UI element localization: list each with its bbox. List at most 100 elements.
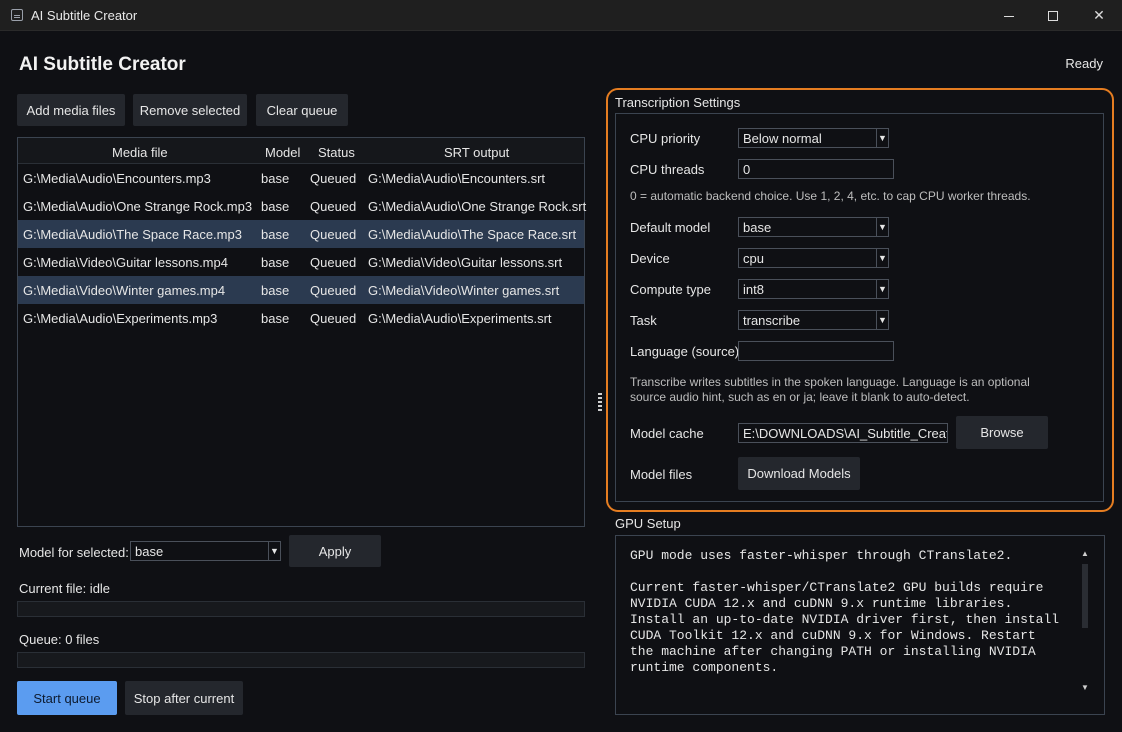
queue-label: Queue: 0 files	[19, 632, 100, 647]
page-title: AI Subtitle Creator	[19, 54, 186, 75]
model-cache-label: Model cache	[630, 426, 704, 441]
cpu-priority-select[interactable]: Below normal ▼	[738, 128, 889, 148]
cell-media-file: G:\Media\Audio\The Space Race.mp3	[23, 227, 242, 242]
chevron-down-icon: ▼	[876, 249, 888, 267]
cell-model: base	[261, 311, 290, 326]
column-srt-output[interactable]: SRT output	[444, 145, 509, 160]
table-row[interactable]: G:\Media\Audio\Experiments.mp3 base Queued…	[18, 304, 584, 332]
title-bar: AI Subtitle Creator ✕	[0, 0, 1122, 31]
model-for-selected-value: base	[135, 544, 164, 559]
cell-model: base	[261, 227, 290, 242]
cpu-priority-value: Below normal	[743, 131, 822, 146]
window-title: AI Subtitle Creator	[31, 8, 138, 23]
device-value: cpu	[743, 251, 764, 266]
compute-type-label: Compute type	[630, 282, 711, 297]
cell-status: Queued	[310, 171, 357, 186]
gpu-setup-textbox[interactable]: GPU mode uses faster-whisper through CTr…	[615, 535, 1105, 715]
model-cache-input[interactable]: E:\DOWNLOADS\AI_Subtitle_Creator_G	[738, 423, 948, 443]
status-text: Ready	[1065, 56, 1103, 71]
default-model-select[interactable]: base ▼	[738, 217, 889, 237]
column-media-file[interactable]: Media file	[112, 145, 168, 160]
language-source-input[interactable]	[738, 341, 894, 361]
task-value: transcribe	[743, 313, 801, 328]
default-model-label: Default model	[630, 220, 711, 235]
maximize-icon	[1048, 11, 1058, 22]
maximize-button[interactable]	[1030, 0, 1076, 31]
model-for-selected-select[interactable]: base ▼	[130, 541, 281, 561]
minimize-button[interactable]	[986, 0, 1032, 31]
task-hint-line-1: Transcribe writes subtitles in the spoke…	[630, 375, 1030, 389]
table-row[interactable]: G:\Media\Audio\The Space Race.mp3 base Que…	[18, 220, 584, 248]
cell-srt-output: G:\Media\Video\Winter games.srt	[368, 283, 560, 298]
gpu-scrollbar[interactable]: ▲ ▼	[1079, 548, 1091, 694]
queue-progress	[17, 652, 585, 668]
chevron-down-icon: ▼	[876, 129, 888, 147]
stop-after-current-button[interactable]: Stop after current	[125, 681, 243, 715]
cell-status: Queued	[310, 227, 357, 242]
clear-queue-button[interactable]: Clear queue	[256, 94, 348, 126]
current-file-label: Current file: idle	[19, 581, 111, 596]
default-model-value: base	[743, 220, 772, 235]
browse-button[interactable]: Browse	[956, 416, 1048, 449]
table-header: Media file Model Status SRT output	[18, 138, 584, 164]
cell-srt-output: G:\Media\Audio\Encounters.srt	[368, 171, 546, 186]
chevron-down-icon: ▼	[876, 280, 888, 298]
table-row[interactable]: G:\Media\Video\Guitar lessons.mp4 base Que…	[18, 248, 584, 276]
download-models-button[interactable]: Download Models	[738, 457, 860, 490]
device-select[interactable]: cpu ▼	[738, 248, 889, 268]
media-queue-table[interactable]: Media file Model Status SRT output G:\Me…	[17, 137, 587, 527]
close-button[interactable]: ✕	[1076, 0, 1122, 31]
device-label: Device	[630, 251, 670, 266]
app-icon	[11, 9, 23, 21]
cell-model: base	[261, 171, 290, 186]
scroll-down-icon[interactable]: ▼	[1079, 682, 1091, 694]
cell-media-file: G:\Media\Audio\Encounters.mp3	[23, 171, 211, 186]
language-source-label: Language (source)	[630, 344, 740, 359]
apply-button[interactable]: Apply	[289, 535, 381, 567]
cell-status: Queued	[310, 199, 357, 214]
cell-media-file: G:\Media\Video\Guitar lessons.mp4	[23, 255, 228, 270]
gpu-setup-title: GPU Setup	[615, 516, 681, 531]
cell-srt-output: G:\Media\Video\Guitar lessons.srt	[368, 255, 563, 270]
compute-type-select[interactable]: int8 ▼	[738, 279, 889, 299]
chevron-down-icon: ▼	[876, 218, 888, 236]
cpu-threads-label: CPU threads	[630, 162, 705, 177]
cell-model: base	[261, 199, 290, 214]
transcription-settings-title: Transcription Settings	[615, 95, 741, 110]
cell-status: Queued	[310, 255, 357, 270]
cell-media-file: G:\Media\Audio\Experiments.mp3	[23, 311, 218, 326]
chevron-down-icon: ▼	[268, 542, 280, 560]
table-row[interactable]: G:\Media\Video\Winter games.mp4 base Queue…	[18, 276, 584, 304]
table-row[interactable]: G:\Media\Audio\Encounters.mp3 base Queued G…	[18, 164, 584, 192]
task-select[interactable]: transcribe ▼	[738, 310, 889, 330]
remove-selected-button[interactable]: Remove selected	[133, 94, 247, 126]
cell-srt-output: G:\Media\Audio\Experiments.srt	[368, 311, 552, 326]
close-icon: ✕	[1093, 7, 1105, 23]
scroll-up-icon[interactable]: ▲	[1079, 548, 1091, 560]
cpu-threads-input[interactable]: 0	[738, 159, 894, 179]
cell-status: Queued	[310, 311, 357, 326]
chevron-down-icon: ▼	[876, 311, 888, 329]
cell-media-file: G:\Media\Audio\One Strange Rock.mp3	[23, 199, 253, 214]
minimize-icon	[1004, 15, 1014, 17]
model-files-label: Model files	[630, 467, 693, 482]
column-status[interactable]: Status	[318, 145, 355, 160]
start-queue-button[interactable]: Start queue	[17, 681, 117, 715]
gpu-setup-text: GPU mode uses faster-whisper through CTr…	[630, 548, 1060, 675]
model-for-selected-label: Model for selected:	[19, 545, 129, 560]
cpu-priority-label: CPU priority	[630, 131, 701, 146]
cell-srt-output: G:\Media\Audio\The Space Race.srt	[368, 227, 577, 242]
table-row[interactable]: G:\Media\Audio\One Strange Rock.mp3 base Q…	[18, 192, 587, 220]
task-hint-line-2: source audio hint, such as en or ja; lea…	[630, 390, 970, 404]
current-file-progress	[17, 601, 585, 617]
cell-srt-output: G:\Media\Audio\One Strange Rock.srt	[368, 199, 587, 214]
cell-model: base	[261, 283, 290, 298]
cell-model: base	[261, 255, 290, 270]
cell-status: Queued	[310, 283, 357, 298]
column-model[interactable]: Model	[265, 145, 300, 160]
scroll-thumb[interactable]	[1082, 564, 1088, 628]
splitter-handle[interactable]	[598, 393, 602, 413]
cell-media-file: G:\Media\Video\Winter games.mp4	[23, 283, 226, 298]
add-media-button[interactable]: Add media files	[17, 94, 125, 126]
compute-type-value: int8	[743, 282, 764, 297]
